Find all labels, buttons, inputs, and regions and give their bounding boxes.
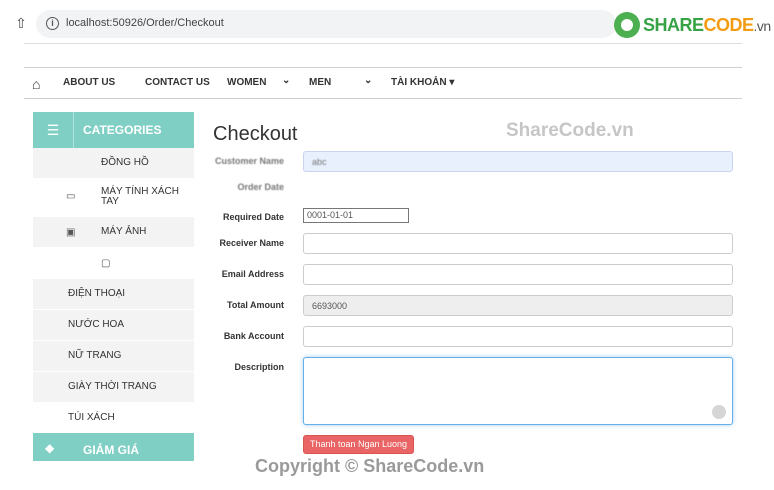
bank-account-label: Bank Account (223, 331, 284, 341)
tag-icon: ◆ (45, 441, 55, 455)
main-nav: ⌂ ABOUT US CONTACT US WOMEN ⌄ MEN ⌄ TÀI … (24, 67, 742, 99)
categories-title: CATEGORIES (83, 123, 162, 137)
sidebar-item-dien-thoai[interactable]: ĐIỆN THOẠI (33, 279, 194, 310)
required-date-label: Required Date (222, 212, 284, 222)
nav-contact-us[interactable]: CONTACT US (145, 77, 210, 88)
sidebar-item-label: NỮ TRANG (68, 350, 122, 361)
sidebar-item-giay[interactable]: GIÀY THỜI TRANG (33, 372, 194, 403)
total-amount-value: 6693000 (312, 301, 348, 311)
order-date-field[interactable] (303, 177, 363, 198)
address-bar[interactable]: i localhost:50926/Order/Checkout (36, 10, 616, 38)
sidebar-item-label: ĐIỆN THOẠI (68, 288, 126, 299)
logo-mark-icon (614, 12, 640, 38)
sidebar-item-nuoc-hoa[interactable]: NƯỚC HOA (33, 310, 194, 341)
sidebar-item-label: MÁY ẢNH (101, 226, 147, 237)
logo-vn: .vn (753, 17, 772, 34)
sidebar-item-label: ĐỒNG HỒ (101, 157, 149, 168)
tablet-icon: ▢ (101, 258, 111, 269)
discount-title: GIẢM GIÁ (83, 443, 139, 457)
logo-code: CODE (703, 14, 755, 35)
required-date-value: 0001-01-01 (307, 210, 354, 220)
sharecode-logo: SHARECODE.vn (614, 8, 771, 42)
nav-women[interactable]: WOMEN (227, 77, 266, 88)
nav-about-us[interactable]: ABOUT US (63, 77, 115, 88)
customer-name-value: abc (312, 157, 327, 167)
discount-header[interactable]: ◆ GIẢM GIÁ (33, 433, 194, 461)
divider (24, 43, 742, 44)
category-sidebar: ☰ CATEGORIES ĐỒNG HỒ ▭ MÁY TÍNH XÁCH TAY… (33, 112, 194, 434)
categories-header: ☰ CATEGORIES (33, 112, 194, 148)
camera-icon: ▣ (66, 227, 76, 238)
sidebar-item-label: MÁY TÍNH XÁCH TAY (101, 186, 179, 207)
nav-men[interactable]: MEN (309, 77, 331, 88)
total-amount-field: 6693000 (303, 295, 733, 316)
watermark: ShareCode.vn (506, 120, 634, 141)
chevron-down-icon[interactable]: ⌄ (282, 75, 290, 86)
laptop-icon: ▭ (66, 191, 76, 202)
resize-grip-icon[interactable] (712, 405, 726, 419)
customer-name-field[interactable]: abc (303, 151, 733, 172)
page-title: Checkout (213, 123, 298, 145)
copyright-watermark: Copyright © ShareCode.vn (255, 456, 485, 476)
receiver-name-label: Receiver Name (219, 238, 284, 248)
required-date-field[interactable]: 0001-01-01 (303, 208, 409, 223)
customer-name-label: Customer Name (214, 156, 284, 166)
sidebar-item-laptop[interactable]: ▭ MÁY TÍNH XÁCH TAY (33, 179, 194, 217)
receiver-name-field[interactable] (303, 233, 733, 254)
sidebar-item-nu-trang[interactable]: NỮ TRANG (33, 341, 194, 372)
description-label: Description (234, 362, 284, 372)
pay-ngan-luong-button[interactable]: Thanh toan Ngan Luong (303, 435, 414, 454)
home-icon[interactable]: ⇧ (12, 14, 30, 32)
sidebar-item-tui-xach[interactable]: TÚI XÁCH (33, 403, 194, 434)
sidebar-item-dong-ho[interactable]: ĐỒNG HỒ (33, 148, 194, 179)
info-icon[interactable]: i (46, 17, 59, 30)
url-text: localhost:50926/Order/Checkout (66, 17, 224, 29)
browser-toolbar: ⇧ i localhost:50926/Order/Checkout SHARE… (0, 0, 774, 44)
bank-account-field[interactable] (303, 326, 733, 347)
nav-tai-khoan[interactable]: TÀI KHOẢN ▾ (391, 77, 454, 88)
sidebar-item-tablet[interactable]: ▢ (33, 248, 194, 279)
sidebar-item-label: TÚI XÁCH (68, 412, 115, 423)
total-amount-label: Total Amount (227, 300, 284, 310)
sidebar-item-label: GIÀY THỜI TRANG (68, 381, 157, 392)
description-textarea[interactable] (303, 357, 733, 425)
logo-share: SHARE (643, 14, 704, 35)
email-label: Email Address (221, 269, 284, 279)
email-field[interactable] (303, 264, 733, 285)
nav-home-icon[interactable]: ⌂ (32, 76, 40, 92)
list-icon: ☰ (33, 112, 74, 148)
order-date-label: Order Date (237, 182, 284, 192)
sidebar-item-camera[interactable]: ▣ MÁY ẢNH (33, 217, 194, 248)
chevron-down-icon[interactable]: ⌄ (364, 75, 372, 86)
sidebar-item-label: NƯỚC HOA (68, 319, 125, 330)
